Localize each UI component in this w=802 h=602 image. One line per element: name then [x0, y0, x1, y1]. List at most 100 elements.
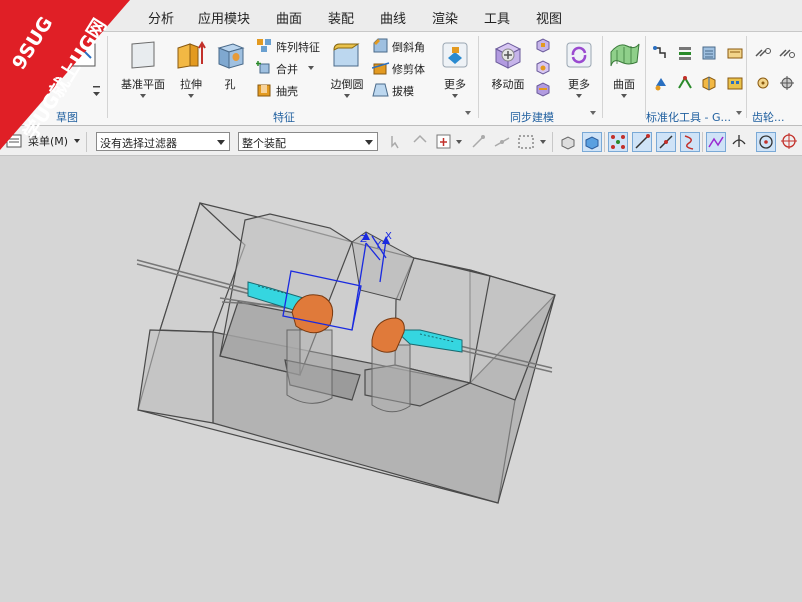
menu-render[interactable]: 渲染: [432, 8, 458, 27]
move-face-label: 移动面: [491, 78, 525, 91]
surface-label: 曲面: [613, 78, 635, 91]
snap-intersection-icon[interactable]: [706, 132, 726, 152]
y-axis-label: Y: [374, 240, 382, 251]
std-tool-icon[interactable]: [726, 44, 744, 62]
menu-application[interactable]: 应用模块: [198, 8, 250, 27]
move-face-icon: [494, 42, 522, 69]
snap-control-point-icon[interactable]: [608, 132, 628, 152]
chevron-down-icon: [344, 94, 350, 98]
edge-blend-button[interactable]: 边倒圆: [326, 36, 368, 106]
select-all-icon[interactable]: [386, 132, 406, 152]
snap-center-icon[interactable]: [756, 132, 776, 152]
chevron-down-icon[interactable]: [456, 140, 462, 144]
snap-quadrant-icon[interactable]: [780, 132, 800, 152]
chevron-down-icon[interactable]: [540, 140, 546, 144]
select-body-icon[interactable]: [558, 132, 578, 152]
group-divider: [602, 36, 603, 118]
replace-face-icon[interactable]: [534, 80, 552, 98]
ribbon: 草图 基准平面 拉伸 孔 阵列特征 合并 抽壳 边倒圆 倒斜角 修剪体 拔模 更…: [0, 32, 802, 126]
hole-label: 孔: [224, 78, 236, 91]
trim-body-icon: [372, 62, 390, 75]
menu-view[interactable]: 视图: [536, 8, 562, 27]
box-select-icon[interactable]: [516, 132, 536, 152]
assembly-scope-select[interactable]: 整个装配: [238, 132, 378, 151]
hole-icon: [217, 43, 245, 69]
graphics-viewport[interactable]: Z X Y: [0, 157, 802, 602]
select-face-icon[interactable]: [582, 132, 602, 152]
chevron-down-icon: [188, 94, 194, 98]
snap-curve-icon[interactable]: [680, 132, 700, 152]
std-tool-icon[interactable]: [676, 74, 694, 92]
std-tool-icon[interactable]: [700, 74, 718, 92]
extrude-label: 拉伸: [180, 78, 202, 91]
shell-button[interactable]: 抽壳: [256, 80, 328, 100]
extrude-button[interactable]: 拉伸: [172, 36, 210, 106]
gear-tool-icon[interactable]: [754, 74, 772, 92]
toolbar-divider: [702, 132, 703, 152]
sync-more-button[interactable]: 更多: [560, 36, 598, 106]
x-axis-label: X: [385, 231, 392, 242]
menu-analysis[interactable]: 分析: [148, 8, 174, 27]
chevron-down-icon: [308, 66, 314, 70]
feature-more-label: 更多: [444, 78, 466, 91]
edge-blend-label: 边倒圆: [330, 78, 364, 91]
datum-plane-button[interactable]: 基准平面: [112, 36, 174, 106]
snap-endpoint-icon[interactable]: [468, 132, 488, 152]
surface-button[interactable]: 曲面: [606, 36, 642, 106]
more-features-icon: [442, 42, 468, 68]
shell-label: 抽壳: [276, 85, 298, 98]
sync-more-label: 更多: [568, 78, 590, 91]
chevron-down-icon[interactable]: [465, 111, 471, 115]
draft-button[interactable]: 拔模: [372, 80, 432, 100]
offset-region-icon[interactable]: [534, 58, 552, 76]
snap-midpoint-icon[interactable]: [492, 132, 512, 152]
selection-filter-select[interactable]: 没有选择过滤器: [96, 132, 230, 151]
pattern-feature-button[interactable]: 阵列特征: [256, 36, 328, 56]
chevron-down-icon[interactable]: [736, 111, 742, 115]
snap-point-icon[interactable]: [434, 132, 454, 152]
gear-tool-icon[interactable]: [778, 44, 796, 62]
selection-filter-value: 没有选择过滤器: [100, 137, 177, 150]
std-tool-icon[interactable]: [726, 74, 744, 92]
menu-curve[interactable]: 曲线: [380, 8, 406, 27]
chevron-down-icon: [365, 140, 373, 145]
snap-tangent-icon[interactable]: [730, 132, 750, 152]
select-feature-icon[interactable]: [410, 132, 430, 152]
mold-model[interactable]: Z X Y: [0, 157, 802, 602]
pull-face-icon[interactable]: [534, 36, 552, 54]
gear-tool-icon[interactable]: [754, 44, 772, 62]
hole-button[interactable]: 孔: [212, 36, 248, 106]
menu-tools[interactable]: 工具: [484, 8, 510, 27]
chevron-down-icon: [576, 94, 582, 98]
draft-icon: [372, 83, 389, 97]
snap-end-icon[interactable]: [632, 132, 652, 152]
gear-group-label: 齿轮...: [752, 111, 785, 124]
chevron-down-icon: [621, 94, 627, 98]
std-tool-icon[interactable]: [676, 44, 694, 62]
gear-tool-icon[interactable]: [778, 74, 796, 92]
std-tool-icon[interactable]: [700, 44, 718, 62]
pattern-feature-icon: [257, 39, 271, 52]
group-divider: [645, 36, 646, 118]
chamfer-button[interactable]: 倒斜角: [372, 36, 432, 56]
chevron-down-icon[interactable]: [74, 139, 80, 143]
feature-more-button[interactable]: 更多: [436, 36, 474, 106]
std-tool-icon[interactable]: [652, 74, 670, 92]
chevron-down-icon: [140, 94, 146, 98]
shell-icon: [257, 84, 271, 97]
snap-mid-icon[interactable]: [656, 132, 676, 152]
std-tool-icon[interactable]: [652, 44, 670, 62]
toolbar-divider: [604, 132, 605, 152]
move-face-button[interactable]: 移动面: [484, 36, 532, 106]
toolbar-divider: [86, 132, 87, 152]
trim-body-button[interactable]: 修剪体: [372, 58, 432, 78]
menu-surface[interactable]: 曲面: [276, 8, 302, 27]
unite-button[interactable]: 合并: [256, 58, 328, 78]
chamfer-label: 倒斜角: [392, 41, 425, 54]
z-axis-label: Z: [360, 234, 367, 245]
chevron-down-icon[interactable]: [590, 111, 596, 115]
selection-toolbar: 菜单(M) 没有选择过滤器 整个装配: [0, 126, 802, 156]
draft-label: 拔模: [392, 85, 414, 98]
sync-more-icon: [566, 42, 592, 68]
menu-assembly[interactable]: 装配: [328, 8, 354, 27]
